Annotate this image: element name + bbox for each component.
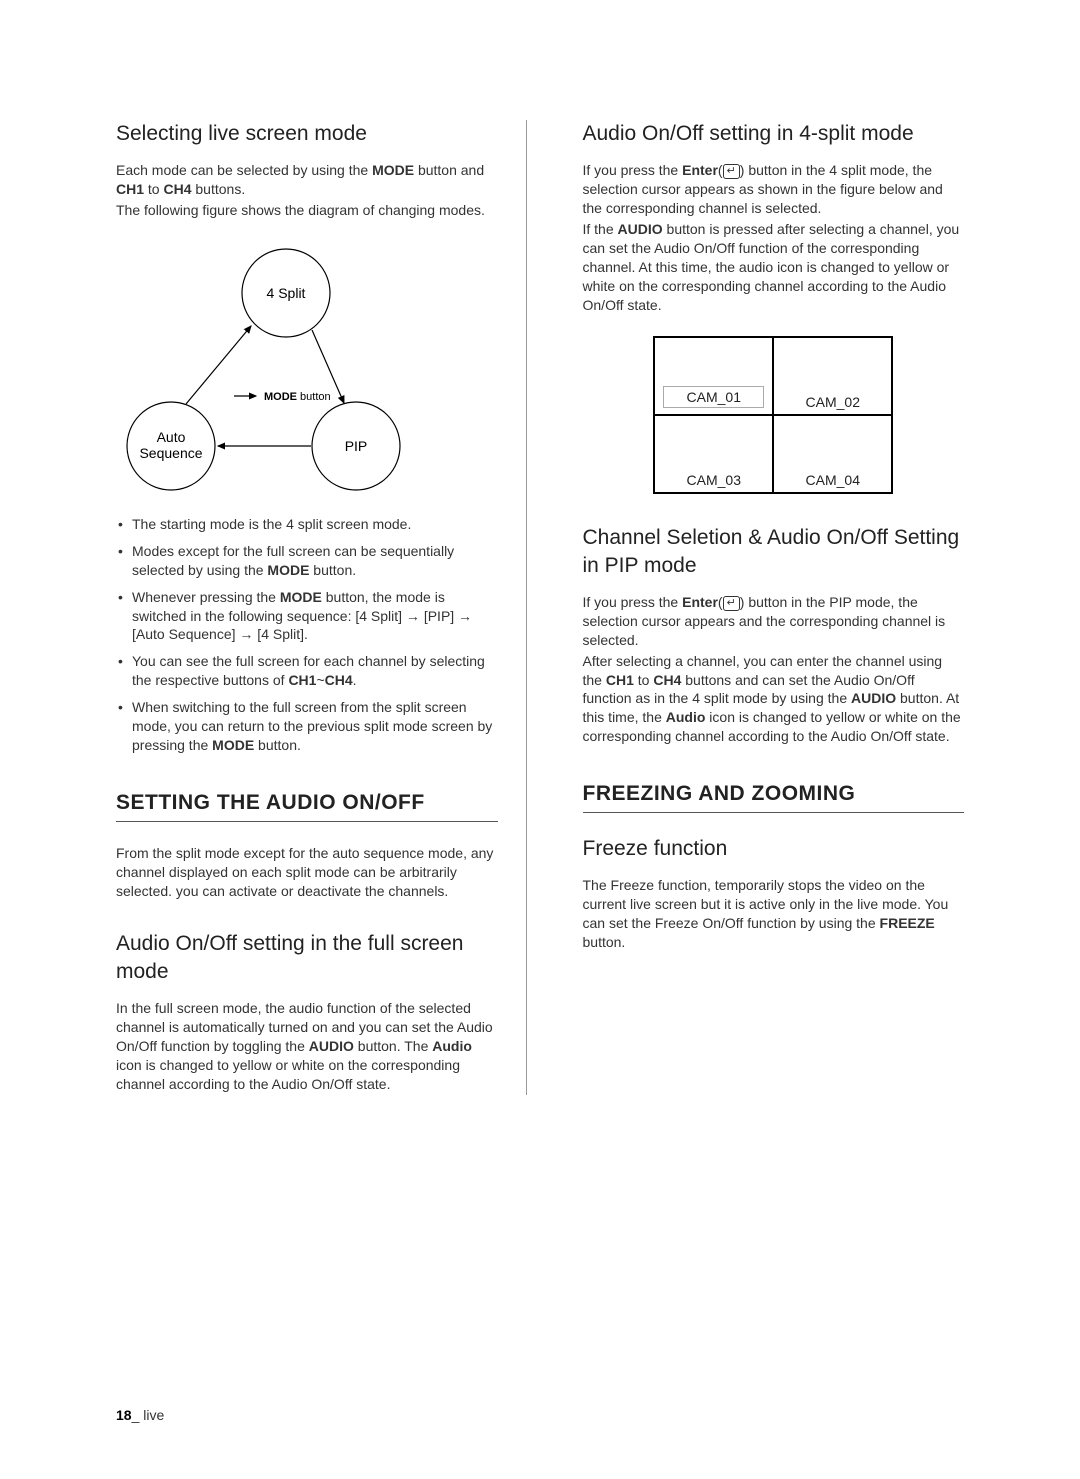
para-4split-2: If the AUDIO button is pressed after sel… [583,220,965,314]
bullet-5: When switching to the full screen from t… [116,698,498,755]
mode-diagram: 4 Split Auto Sequence PIP MODE button [116,238,498,503]
cam-label-3: CAM_03 [687,472,741,488]
heading-audio-4split: Audio On/Off setting in 4-split mode [583,120,965,147]
para-pip-2: After selecting a channel, you can enter… [583,652,965,746]
svg-text:Auto: Auto [157,429,186,445]
cam-label-1: CAM_01 [687,389,741,405]
heading-pip: Channel Seletion & Audio On/Off Setting … [583,524,965,579]
rule-freeze [583,812,965,813]
cam-label-4: CAM_04 [806,472,860,488]
page-number: 18 [116,1407,132,1423]
heading-selecting-live-screen-mode: Selecting live screen mode [116,120,498,147]
para-select-2: The following figure shows the diagram o… [116,201,498,220]
enter-icon: ↵ [723,164,740,179]
enter-icon: ↵ [723,596,740,611]
para-audio: From the split mode except for the auto … [116,844,498,901]
bullet-2: Modes except for the full screen can be … [116,542,498,580]
bullet-4: You can see the full screen for each cha… [116,652,498,690]
cam-cell-1: CAM_01 [654,337,773,415]
four-split-figure: CAM_01 CAM_02 CAM_03 CAM_04 [653,336,893,494]
svg-text:PIP: PIP [345,438,368,454]
para-freeze: The Freeze function, temporarily stops t… [583,876,965,952]
mode-bullets: The starting mode is the 4 split screen … [116,515,498,755]
para-select-1: Each mode can be selected by using the M… [116,161,498,199]
rule-audio [116,821,498,822]
para-audio-fullscreen: In the full screen mode, the audio funct… [116,999,498,1093]
bullet-1: The starting mode is the 4 split screen … [116,515,498,534]
right-column: Audio On/Off setting in 4-split mode If … [583,120,965,1095]
cam-label-2: CAM_02 [806,394,860,410]
para-4split-1: If you press the Enter(↵) button in the … [583,161,965,218]
bullet-3: Whenever pressing the MODE button, the m… [116,588,498,645]
para-pip-1: If you press the Enter(↵) button in the … [583,593,965,650]
svg-text:MODE button: MODE button [264,391,331,403]
cam-cell-3: CAM_03 [654,415,773,493]
heading-freezing-zooming: FREEZING AND ZOOMING [583,782,965,806]
heading-audio-fullscreen: Audio On/Off setting in the full screen … [116,930,498,985]
page-footer: 18_ live [116,1407,164,1423]
heading-setting-audio: SETTING THE AUDIO ON/OFF [116,791,498,815]
left-column: Selecting live screen mode Each mode can… [116,120,527,1095]
cam-cell-2: CAM_02 [773,337,892,415]
svg-text:4 Split: 4 Split [267,285,306,301]
mode-diagram-svg: 4 Split Auto Sequence PIP MODE button [116,238,436,498]
footer-section: _ live [132,1407,165,1423]
heading-freeze-function: Freeze function [583,835,965,862]
cam-cell-4: CAM_04 [773,415,892,493]
svg-text:Sequence: Sequence [139,445,202,461]
